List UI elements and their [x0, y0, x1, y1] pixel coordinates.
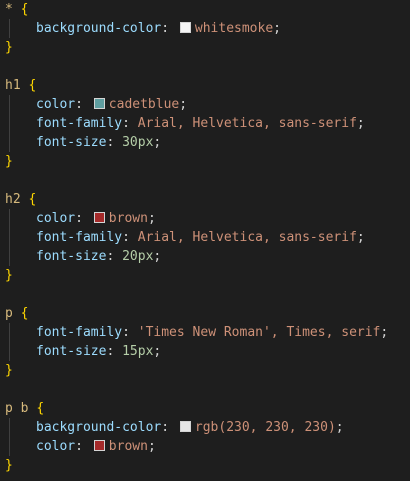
color-swatch-icon[interactable]: [93, 212, 105, 223]
css-value: cadetblue: [108, 97, 180, 112]
code-line: }: [5, 266, 13, 285]
code-editor[interactable]: * { background-color: whitesmoke; } h1 {…: [0, 0, 410, 481]
css-value: Arial, Helvetica, sans-serif: [137, 230, 357, 245]
color-swatch-icon[interactable]: [179, 22, 191, 33]
code-line: font-family: Arial, Helvetica, sans-seri…: [36, 230, 365, 245]
css-property: font-family: [36, 230, 123, 245]
css-property: color: [36, 439, 76, 454]
css-value: rgb(230, 230, 230): [194, 420, 336, 435]
code-line: h1 {: [5, 76, 36, 95]
color-swatch-icon[interactable]: [93, 440, 105, 451]
code-line: h2 {: [5, 190, 36, 209]
code-line: font-size: 30px;: [36, 135, 162, 150]
color-swatch-icon[interactable]: [93, 98, 105, 109]
code-line: }: [5, 38, 13, 57]
css-value: 15px: [122, 344, 154, 359]
code-line: font-size: 20px;: [36, 249, 162, 264]
css-value: brown: [108, 211, 148, 226]
close-brace: }: [5, 363, 13, 378]
css-property: color: [36, 211, 76, 226]
code-line: }: [5, 152, 13, 171]
code-line: font-family: 'Times New Roman', Times, s…: [36, 325, 389, 340]
code-line: background-color: whitesmoke;: [36, 21, 281, 36]
css-property: color: [36, 97, 76, 112]
code-line: }: [5, 361, 13, 380]
css-property: font-family: [36, 325, 123, 340]
code-line: p {: [5, 304, 28, 323]
close-brace: }: [5, 40, 13, 55]
css-property: background-color: [36, 21, 162, 36]
code-line: background-color: rgb(230, 230, 230);: [36, 420, 344, 435]
code-line: p b {: [5, 399, 44, 418]
css-property: font-size: [36, 135, 107, 150]
css-selector: *: [5, 2, 13, 17]
code-line: }: [5, 456, 13, 475]
css-value: whitesmoke: [194, 21, 274, 36]
code-line: color: brown;: [36, 211, 156, 226]
css-value: 30px: [122, 135, 154, 150]
code-line: font-family: Arial, Helvetica, sans-seri…: [36, 116, 365, 131]
css-selector: h2: [5, 192, 21, 207]
color-swatch-icon[interactable]: [179, 421, 191, 432]
open-brace: {: [20, 306, 29, 321]
css-selector: h1: [5, 78, 21, 93]
css-value: Arial, Helvetica, sans-serif: [137, 116, 357, 131]
css-value: brown: [108, 439, 148, 454]
code-line: * {: [5, 0, 28, 19]
css-property: font-size: [36, 344, 107, 359]
code-line: font-size: 15px;: [36, 344, 162, 359]
open-brace: {: [28, 192, 37, 207]
close-brace: }: [5, 154, 13, 169]
code-line: color: cadetblue;: [36, 97, 188, 112]
open-brace: {: [36, 401, 45, 416]
css-selector: p b: [5, 401, 29, 416]
css-selector: p: [5, 306, 13, 321]
css-property: font-family: [36, 116, 123, 131]
css-value: 20px: [122, 249, 154, 264]
css-property: font-size: [36, 249, 107, 264]
open-brace: {: [20, 2, 29, 17]
css-value: 'Times New Roman', Times, serif: [137, 325, 381, 340]
css-property: background-color: [36, 420, 162, 435]
open-brace: {: [28, 78, 37, 93]
code-line: color: brown;: [36, 439, 156, 454]
close-brace: }: [5, 458, 13, 473]
close-brace: }: [5, 268, 13, 283]
